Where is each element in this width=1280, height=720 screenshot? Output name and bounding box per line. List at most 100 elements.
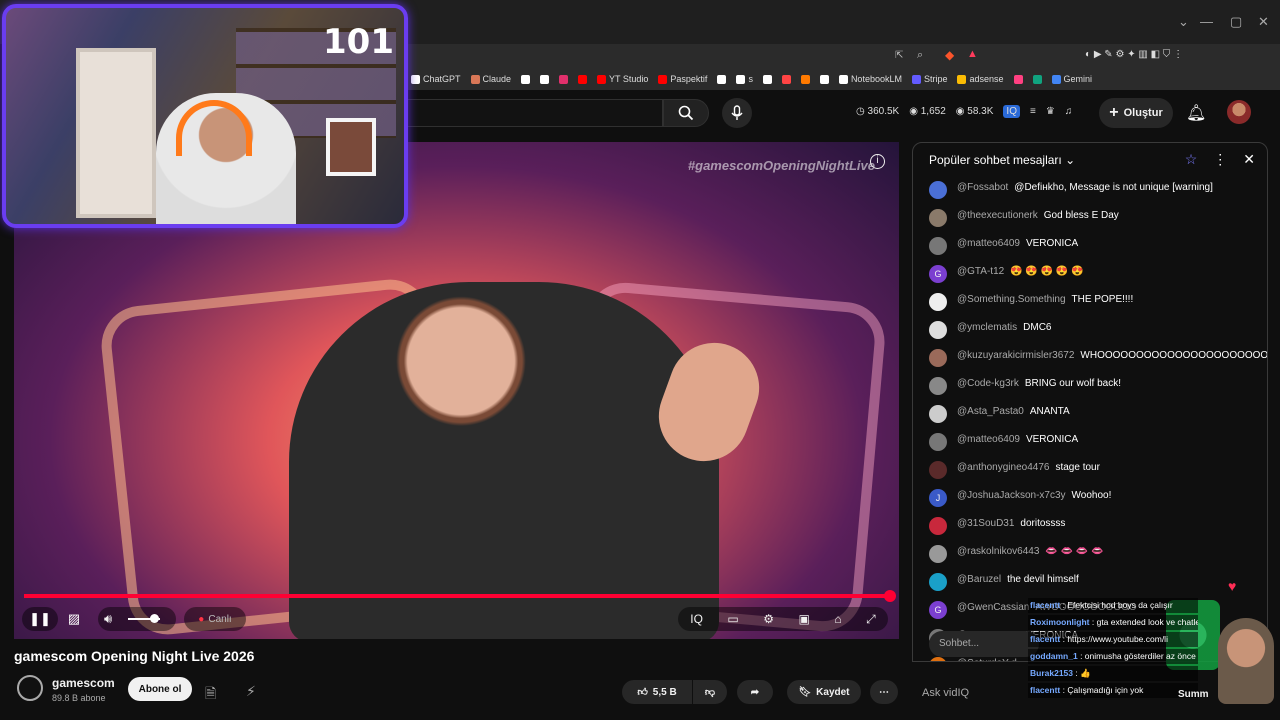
miniplayer-button[interactable]: ▨ (56, 607, 92, 631)
bookmark-item[interactable]: ChatGPT (411, 74, 461, 84)
close-icon[interactable]: ✕ (1243, 151, 1255, 168)
bookmark-item[interactable] (717, 74, 727, 84)
cast-icon[interactable]: ⌂ (834, 612, 841, 626)
bookmark-item[interactable] (578, 74, 588, 84)
chat-message[interactable]: @Fossabot @Defінkho, Message is not uniqu… (929, 181, 1251, 199)
vidiq-icon[interactable]: IQ (1003, 105, 1020, 118)
chat-username[interactable]: @Asta_Pasta0 (957, 406, 1024, 417)
chat-avatar[interactable] (929, 181, 947, 199)
brave-shield-icon[interactable]: ◆ (945, 48, 954, 62)
voice-search-button[interactable] (722, 98, 752, 128)
star-icon[interactable]: ☆ (1185, 151, 1198, 168)
bookmark-item[interactable] (521, 74, 531, 84)
chat-avatar[interactable] (929, 517, 947, 535)
chat-avatar[interactable] (929, 573, 947, 591)
bookmark-item[interactable]: adsense (957, 74, 1004, 84)
chat-message[interactable]: @raskolnikov6443 👄 👄 👄 👄 (929, 545, 1251, 563)
ask-vidiq-input[interactable]: Ask vidIQ (922, 687, 969, 699)
zoom-icon[interactable]: ⌕ (917, 49, 923, 62)
create-button[interactable]: + Oluştur (1099, 98, 1173, 128)
chat-avatar[interactable]: D (929, 657, 947, 661)
chat-avatar[interactable] (929, 293, 947, 311)
chat-avatar[interactable] (929, 321, 947, 339)
minimize-icon[interactable]: — (1200, 14, 1213, 29)
more-options-icon[interactable]: ⋮ (1213, 151, 1227, 168)
bookmark-item[interactable]: Stripe (911, 74, 947, 84)
bookmark-item[interactable]: NotebookLM (838, 74, 902, 84)
bookmark-item[interactable]: Paspektif (658, 74, 707, 84)
bookmark-item[interactable] (781, 74, 791, 84)
fullscreen-icon[interactable]: ⤢ (866, 612, 876, 627)
chat-message[interactable]: @ymclematis DMC6 (929, 321, 1251, 339)
chat-mode-dropdown[interactable]: Popüler sohbet mesajları ⌄ (929, 153, 1075, 167)
share-button[interactable]: ➦ (737, 680, 773, 704)
menu-icon[interactable]: ≡ (1030, 106, 1036, 117)
chat-message[interactable]: @Code-kg3rk BRING our wolf back! (929, 377, 1251, 395)
chat-username[interactable]: @anthonygineo4476 (957, 462, 1049, 473)
info-icon[interactable]: i (870, 154, 885, 169)
subtitles-icon[interactable]: ▭ (727, 612, 738, 626)
close-window-icon[interactable]: ✕ (1258, 14, 1269, 30)
chat-username[interactable]: @Something.Something (957, 294, 1066, 305)
live-badge[interactable]: ● Canlı (184, 607, 246, 631)
chat-username[interactable]: @SaturdaY-d (957, 658, 1017, 661)
bookmark-item[interactable] (1013, 74, 1023, 84)
chat-avatar[interactable]: J (929, 489, 947, 507)
progress-scrubber[interactable] (884, 590, 896, 602)
document-icon[interactable]: 🗎︎ (205, 683, 216, 707)
chat-message[interactable]: @Something.Something THE POPE!!!! (929, 293, 1251, 311)
chat-username[interactable]: @JoshuaJackson-x7c3y (957, 490, 1066, 501)
chat-avatar[interactable] (929, 237, 947, 255)
settings-gear-icon[interactable]: ⚙ (763, 612, 774, 626)
subscribe-button[interactable]: Abone ol (128, 677, 192, 701)
search-button[interactable] (663, 99, 709, 127)
bookmark-item[interactable] (800, 74, 810, 84)
dislike-button[interactable]: 👎︎ (693, 680, 727, 704)
channel-name[interactable]: gamescom (52, 676, 115, 690)
like-button[interactable]: 👍︎ 5,5 B (622, 680, 692, 704)
chat-message[interactable]: @anthonygineo4476 stage tour (929, 461, 1251, 479)
chat-message[interactable]: @theexecutionerk God bless E Day (929, 209, 1251, 227)
volume-control[interactable]: 🔊︎ (98, 607, 176, 631)
chat-message[interactable]: @kuzuyarakicirmisler3672 WHOOOOOOOOOOOOOO… (929, 349, 1267, 367)
save-button[interactable]: 🔖︎ Kaydet (787, 680, 861, 704)
bookmark-item[interactable] (762, 74, 772, 84)
chat-username[interactable]: @raskolnikov6443 (957, 546, 1039, 557)
channel-avatar[interactable] (17, 675, 43, 701)
address-bar[interactable]: ⇱ ⌕ ◆ ▲ ◐ ▶ ✎ ⚙ ✦ ▥ ◧ ⛉ ⋮ (405, 44, 1280, 68)
chat-username[interactable]: @ymclematis (957, 322, 1017, 333)
bookmark-item[interactable]: YT Studio (597, 74, 648, 84)
chat-avatar[interactable] (929, 405, 947, 423)
chat-input[interactable]: Sohbet... (929, 631, 1039, 657)
vidiq-icon[interactable]: IQ (690, 612, 703, 626)
bookmark-item[interactable] (540, 74, 550, 84)
share-icon[interactable]: ⇱ (895, 50, 903, 61)
chat-username[interactable]: @matteo6409 (957, 238, 1020, 249)
chat-avatar[interactable] (929, 209, 947, 227)
chat-message[interactable]: @Baruzel the devil himself (929, 573, 1251, 591)
summary-button[interactable]: Summ (1178, 689, 1209, 700)
chat-avatar[interactable] (929, 349, 947, 367)
chat-avatar[interactable] (929, 461, 947, 479)
chat-avatar[interactable]: G (929, 265, 947, 283)
chat-username[interactable]: @theexecutionerk (957, 210, 1038, 221)
more-actions-button[interactable]: ⋯ (870, 680, 898, 704)
chat-avatar[interactable] (929, 545, 947, 563)
bookmark-item[interactable]: Claude (470, 74, 511, 84)
chat-username[interactable]: @31SouD31 (957, 518, 1014, 529)
bookmark-item[interactable] (1032, 74, 1042, 84)
tab-dropdown-icon[interactable]: ⌄ (1178, 14, 1189, 30)
volume-knob[interactable] (150, 614, 159, 623)
chat-username[interactable]: @Fossabot (957, 182, 1008, 193)
bookmark-item[interactable]: Gemini (1051, 74, 1092, 84)
chat-username[interactable]: @kuzuyarakicirmisler3672 (957, 350, 1074, 361)
search-input[interactable] (405, 99, 663, 127)
bookmark-item[interactable]: s (736, 74, 753, 84)
chat-username[interactable]: @GTA-t12 (957, 266, 1004, 277)
brave-rewards-icon[interactable]: ▲ (967, 48, 978, 60)
bookmark-item[interactable] (559, 74, 569, 84)
chat-username[interactable]: @matteo6409 (957, 434, 1020, 445)
chat-message[interactable]: @31SouD31 doritossss (929, 517, 1251, 535)
chat-avatar[interactable] (929, 433, 947, 451)
bookmark-item[interactable] (819, 74, 829, 84)
